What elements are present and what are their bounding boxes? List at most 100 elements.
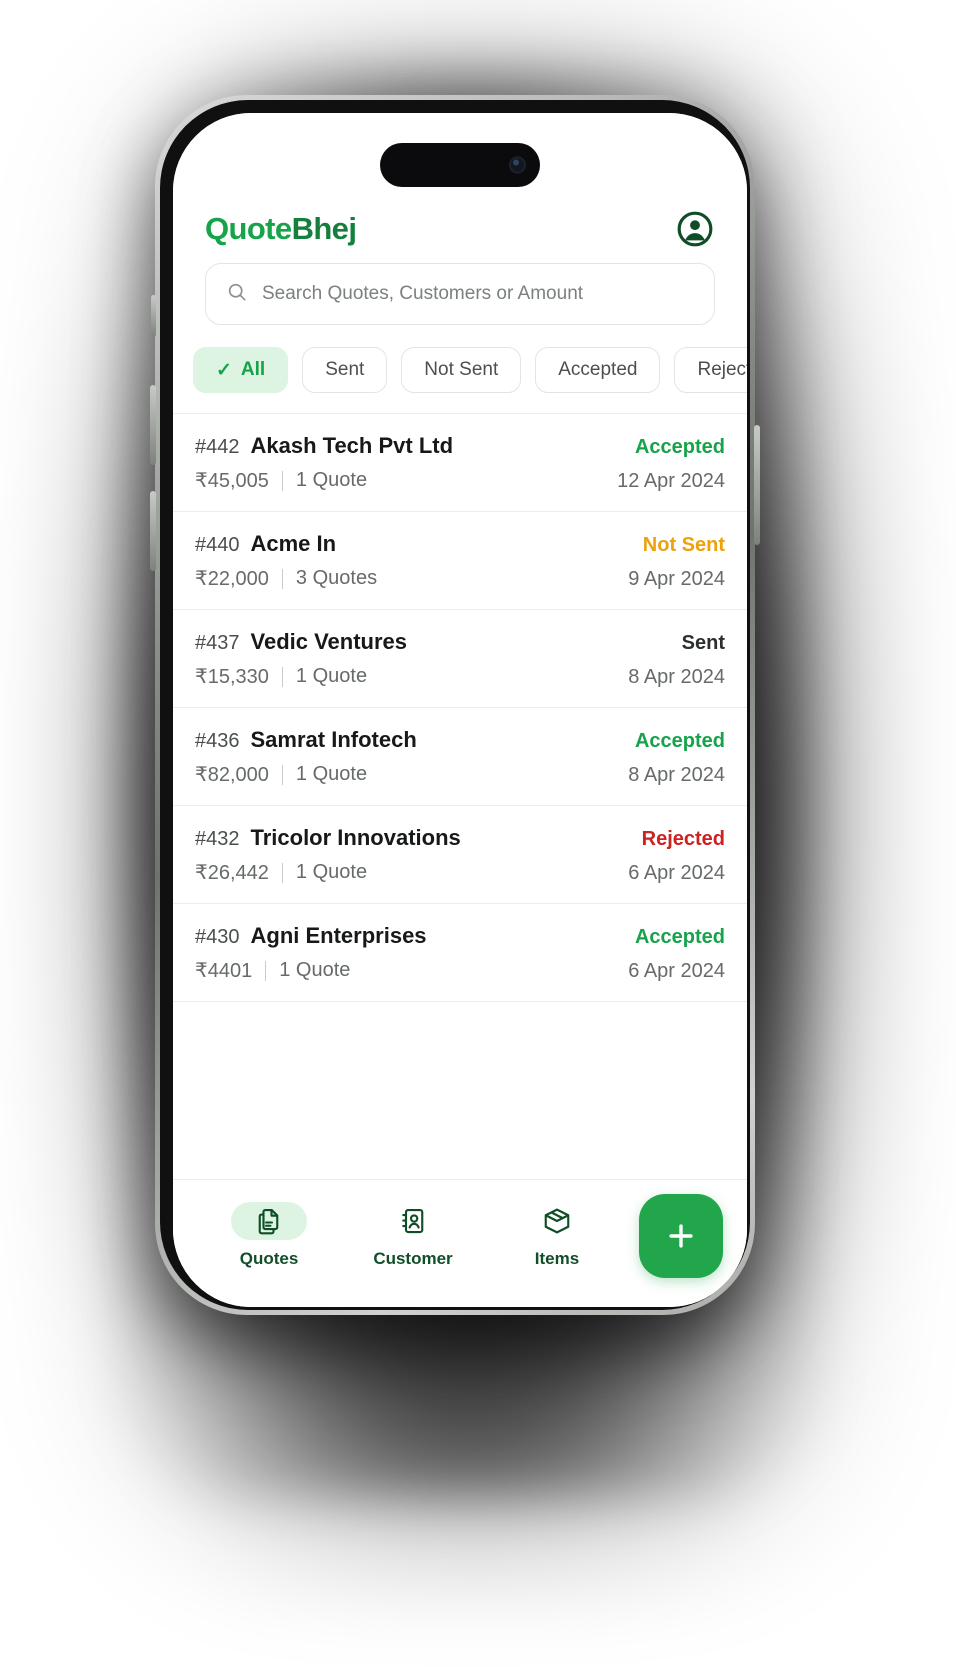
logo-text-quote: Quote [205,211,292,246]
filter-chips-row[interactable]: ✓ All Sent Not Sent Accepted Rejected [173,325,747,413]
quote-row[interactable]: #432 Tricolor Innovations Rejected ₹26,442 1… [173,806,747,904]
dynamic-island [380,143,540,187]
nav-item-items[interactable]: Items [485,1202,629,1269]
quote-amount: ₹4401 [195,960,253,982]
nav-item-quotes[interactable]: Quotes [197,1202,341,1269]
quote-identity: #440 Acme In [195,531,336,557]
search-box[interactable] [205,263,715,325]
quote-meta: ₹22,000 3 Quotes [195,566,377,591]
quote-id: #430 [195,926,240,948]
customer-name: Acme In [250,531,337,556]
quote-count: 1 Quote [295,861,368,883]
quote-row-bottom: ₹45,005 1 Quote 12 Apr 2024 [195,468,725,493]
quote-amount: ₹82,000 [195,764,269,786]
quote-id: #432 [195,828,240,850]
status-badge: Accepted [634,436,725,458]
search-input[interactable] [262,283,694,305]
quote-date: 6 Apr 2024 [628,960,725,982]
quote-row[interactable]: #436 Samrat Infotech Accepted ₹82,000 1 Quot… [173,708,747,806]
customer-name: Agni Enterprises [250,923,427,948]
quote-date: 9 Apr 2024 [628,568,725,590]
quote-identity: #430 Agni Enterprises [195,923,427,949]
quote-identity: #436 Samrat Infotech [195,727,417,753]
quote-row[interactable]: #442 Akash Tech Pvt Ltd Accepted ₹45,005 1 Q… [173,414,747,512]
front-camera-icon [509,156,526,174]
quote-date: 8 Apr 2024 [628,666,725,688]
filter-chip-accepted[interactable]: Accepted [535,347,661,393]
quote-row-bottom: ₹22,000 3 Quotes 9 Apr 2024 [195,566,725,591]
quote-count: 1 Quote [295,665,368,687]
quote-row-bottom: ₹82,000 1 Quote 8 Apr 2024 [195,762,725,787]
silent-switch[interactable] [151,295,156,337]
quote-count: 1 Quote [295,763,368,785]
status-badge: Accepted [634,926,725,948]
quote-id: #437 [195,632,240,654]
search-icon [226,281,248,308]
meta-divider [281,764,283,785]
filter-chip-label: Sent [325,359,365,380]
quote-row-bottom: ₹4401 1 Quote 6 Apr 2024 [195,958,725,983]
status-badge: Not Sent [642,534,725,556]
nav-items: Quotes Customer Items [197,1202,629,1269]
quote-date: 8 Apr 2024 [628,764,725,786]
meta-divider [281,568,283,589]
quote-date: 6 Apr 2024 [628,862,725,884]
nav-item-customer[interactable]: Customer [341,1202,485,1269]
bottom-navigation: Quotes Customer Items [173,1179,747,1307]
quote-list[interactable]: #442 Akash Tech Pvt Ltd Accepted ₹45,005 1 Q… [173,413,747,1179]
meta-divider [281,862,283,883]
filter-chip-label: Rejected [697,359,747,380]
status-badge: Rejected [641,828,725,850]
add-quote-fab[interactable] [639,1193,723,1278]
phone-screen: QuoteBhej Search Quotes, Customers or Am… [173,113,747,1307]
filter-chip-label: Not Sent [424,359,499,380]
quote-row-bottom: ₹26,442 1 Quote 6 Apr 2024 [195,860,725,885]
filter-chip-not-sent[interactable]: Not Sent [401,347,522,393]
customer-name: Vedic Ventures [250,629,408,654]
quote-id: #440 [195,534,240,556]
nav-item-label: Customer [373,1249,453,1268]
filter-chip-label: All [240,359,266,380]
quote-count: 1 Quote [279,959,351,981]
quote-row-top: #432 Tricolor Innovations Rejected [195,825,725,851]
quotebhej-app: QuoteBhej Search Quotes, Customers or Am… [173,113,747,1307]
contact-book-icon [375,1202,451,1240]
quote-row-top: #430 Agni Enterprises Accepted [195,923,725,949]
quote-row[interactable]: #437 Vedic Ventures Sent ₹15,330 1 Quote 8 Ap… [173,610,747,708]
box-icon [519,1202,595,1240]
quote-row[interactable]: #430 Agni Enterprises Accepted ₹4401 1 Quote… [173,904,747,1002]
quote-row-top: #442 Akash Tech Pvt Ltd Accepted [195,433,725,459]
check-icon: ✓ [216,359,232,381]
quote-amount: ₹26,442 [195,862,269,884]
customer-name: Samrat Infotech [250,727,417,752]
quote-amount: ₹15,330 [195,666,269,688]
quote-id: #442 [195,436,240,458]
account-circle-icon[interactable] [675,209,715,249]
quote-meta: ₹82,000 1 Quote [195,762,367,787]
phone-frame: QuoteBhej Search Quotes, Customers or Am… [150,95,760,1315]
power-button[interactable] [754,425,760,545]
quote-meta: ₹4401 1 Quote [195,958,350,983]
quote-meta: ₹45,005 1 Quote [195,468,367,493]
quote-identity: #442 Akash Tech Pvt Ltd [195,433,453,459]
quote-row-top: #440 Acme In Not Sent [195,531,725,557]
quote-row-bottom: ₹15,330 1 Quote 8 Apr 2024 [195,664,725,689]
status-badge: Sent [681,632,725,654]
volume-up-button[interactable] [150,385,156,465]
filter-chip-rejected[interactable]: Rejected [674,347,747,393]
meta-divider [281,666,283,687]
filter-chip-sent[interactable]: Sent [302,347,388,393]
quote-count: 3 Quotes [295,567,378,589]
quote-identity: #437 Vedic Ventures [195,629,407,655]
customer-name: Tricolor Innovations [250,825,461,850]
volume-down-button[interactable] [150,491,156,571]
quote-meta: ₹26,442 1 Quote [195,860,367,885]
filter-chip-all[interactable]: ✓ All [193,347,289,393]
quote-date: 12 Apr 2024 [617,470,725,492]
quote-row[interactable]: #440 Acme In Not Sent ₹22,000 3 Quotes 9 Apr … [173,512,747,610]
search-section [173,253,747,325]
logo-text-bhej: Bhej [291,211,357,246]
filter-chip-label: Accepted [558,359,638,380]
plus-icon [669,1223,693,1248]
screenshot-stage: QuoteBhej Search Quotes, Customers or Am… [0,0,956,1674]
